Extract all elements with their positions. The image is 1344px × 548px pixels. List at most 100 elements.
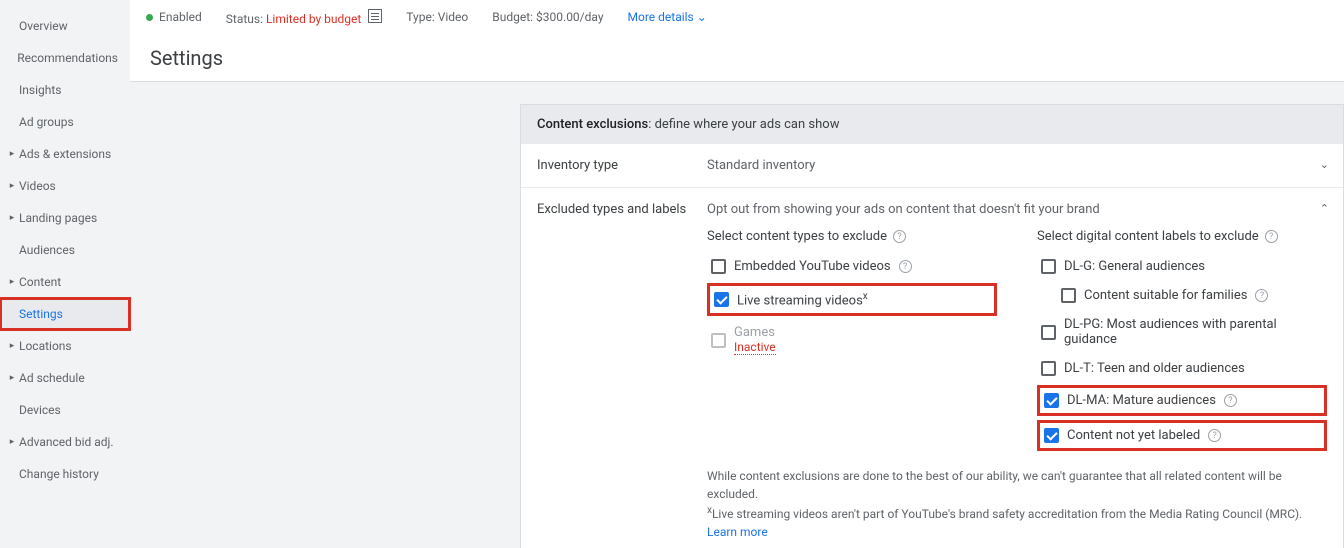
sidebar-item-label: Videos [19, 179, 56, 193]
status-bar: Enabled Status: Limited by budget Type: … [130, 0, 1344, 34]
option-label: Content not yet labeled [1067, 428, 1200, 443]
checkbox[interactable] [1041, 325, 1056, 340]
caret-icon: ▸ [8, 437, 16, 447]
checkbox[interactable] [1041, 259, 1056, 274]
content-type-option[interactable]: Live streaming videosx [707, 283, 997, 316]
option-label: DL-MA: Mature audiences [1067, 393, 1216, 408]
status-value: Limited by budget [266, 12, 361, 26]
option-label: Embedded YouTube videos [734, 259, 891, 274]
type-field: Type: Video [406, 10, 468, 24]
sidebar-item-change-history[interactable]: Change history [0, 458, 130, 490]
chart-icon[interactable] [368, 9, 382, 23]
sidebar-item-label: Change history [19, 467, 99, 481]
content-exclusions-card: Content exclusions: define where your ad… [520, 104, 1344, 548]
content-type-option: GamesInactive [707, 320, 997, 360]
caret-icon: ▸ [8, 341, 16, 351]
sidebar-item-label: Content [19, 275, 61, 289]
excluded-intro: Opt out from showing your ads on content… [707, 202, 1327, 217]
sidebar-item-devices[interactable]: Devices [0, 394, 130, 426]
sidebar-item-label: Landing pages [19, 211, 97, 225]
checkbox[interactable] [714, 292, 729, 307]
status-field: Status: Limited by budget [226, 9, 383, 26]
budget-field: Budget: $300.00/day [492, 10, 603, 24]
sidebar-item-insights[interactable]: Insights [0, 74, 130, 106]
enabled-status: Enabled [146, 10, 202, 24]
sidebar-item-label: Overview [19, 19, 68, 33]
sidebar-item-overview[interactable]: Overview [0, 10, 130, 42]
page-title: Settings [130, 34, 1344, 82]
content-type-option[interactable]: Embedded YouTube videos? [707, 254, 997, 279]
chevron-up-icon[interactable]: ⌃ [1320, 202, 1329, 215]
sidebar-item-label: Locations [19, 339, 72, 353]
main: Enabled Status: Limited by budget Type: … [130, 0, 1344, 548]
help-icon[interactable]: ? [1255, 289, 1268, 302]
content-area: Content exclusions: define where your ad… [130, 82, 1344, 548]
label-option[interactable]: Content not yet labeled? [1037, 420, 1327, 451]
sidebar: Overview Recommendations Insights Ad groups… [0, 0, 130, 548]
label-option[interactable]: DL-PG: Most audiences with parental guid… [1037, 312, 1327, 352]
sidebar-item-ad-schedule[interactable]: ▸Ad schedule [0, 362, 130, 394]
option-label: DL-G: General audiences [1064, 259, 1205, 274]
help-icon[interactable]: ? [893, 230, 906, 243]
help-icon[interactable]: ? [1265, 230, 1278, 243]
content-types-column: Select content types to exclude? Embedde… [707, 229, 997, 455]
sidebar-item-recommendations[interactable]: Recommendations [0, 42, 130, 74]
sidebar-item-audiences[interactable]: Audiences [0, 234, 130, 266]
label-option[interactable]: Content suitable for families? [1037, 283, 1327, 308]
sidebar-item-locations[interactable]: ▸Locations [0, 330, 130, 362]
sidebar-item-landing-pages[interactable]: ▸Landing pages [0, 202, 130, 234]
labels-column: Select digital content labels to exclude… [1037, 229, 1327, 455]
sidebar-item-videos[interactable]: ▸Videos [0, 170, 130, 202]
sidebar-item-label: Insights [19, 83, 61, 97]
sidebar-item-label: Settings [19, 307, 63, 321]
checkbox[interactable] [1044, 393, 1059, 408]
inventory-value: Standard inventory [707, 158, 1327, 173]
content-types-heading: Select content types to exclude [707, 229, 887, 244]
help-icon[interactable]: ? [1224, 394, 1237, 407]
sidebar-item-label: Ad schedule [19, 371, 85, 385]
sidebar-item-label: Ads & extensions [19, 147, 111, 161]
labels-heading: Select digital content labels to exclude [1037, 229, 1259, 244]
sidebar-item-label: Recommendations [17, 51, 118, 65]
caret-icon: ▸ [8, 277, 16, 287]
option-label: GamesInactive [734, 325, 776, 355]
help-icon[interactable]: ? [899, 260, 912, 273]
learn-more-link[interactable]: Learn more [707, 525, 768, 539]
caret-icon: ▸ [8, 373, 16, 383]
checkbox[interactable] [1041, 361, 1056, 376]
label-option[interactable]: DL-G: General audiences [1037, 254, 1327, 279]
inventory-type-row[interactable]: Inventory type Standard inventory ⌄ [521, 144, 1343, 188]
sidebar-item-settings[interactable]: Settings [0, 298, 130, 330]
option-label: Live streaming videosx [737, 291, 868, 308]
sidebar-item-content[interactable]: ▸Content [0, 266, 130, 298]
excluded-label: Excluded types and labels [537, 202, 707, 217]
more-details-link[interactable]: More details ⌄ [628, 10, 707, 24]
status-dot-icon [146, 14, 153, 21]
sidebar-item-label: Devices [19, 403, 61, 417]
footnote: While content exclusions are done to the… [707, 467, 1327, 541]
sidebar-item-ads-extensions[interactable]: ▸Ads & extensions [0, 138, 130, 170]
option-label: DL-PG: Most audiences with parental guid… [1064, 317, 1323, 347]
option-label: DL-T: Teen and older audiences [1064, 361, 1245, 376]
checkbox[interactable] [1061, 288, 1076, 303]
chevron-down-icon: ⌄ [1320, 158, 1329, 171]
caret-icon: ▸ [8, 181, 16, 191]
checkbox[interactable] [711, 259, 726, 274]
checkbox [711, 333, 726, 348]
help-icon[interactable]: ? [1208, 429, 1221, 442]
sidebar-item-advanced-bid-adj-[interactable]: ▸Advanced bid adj. [0, 426, 130, 458]
sidebar-item-label: Audiences [19, 243, 75, 257]
option-label: Content suitable for families [1084, 288, 1247, 303]
card-header: Content exclusions: define where your ad… [521, 105, 1343, 144]
sidebar-item-ad-groups[interactable]: Ad groups [0, 106, 130, 138]
caret-icon: ▸ [8, 213, 16, 223]
inventory-label: Inventory type [537, 158, 707, 173]
sidebar-item-label: Ad groups [19, 115, 74, 129]
chevron-down-icon: ⌄ [697, 10, 707, 24]
checkbox[interactable] [1044, 428, 1059, 443]
excluded-types-row: Excluded types and labels Opt out from s… [521, 188, 1343, 548]
caret-icon: ▸ [8, 149, 16, 159]
label-option[interactable]: DL-T: Teen and older audiences [1037, 356, 1327, 381]
label-option[interactable]: DL-MA: Mature audiences? [1037, 385, 1327, 416]
sidebar-item-label: Advanced bid adj. [19, 435, 114, 449]
